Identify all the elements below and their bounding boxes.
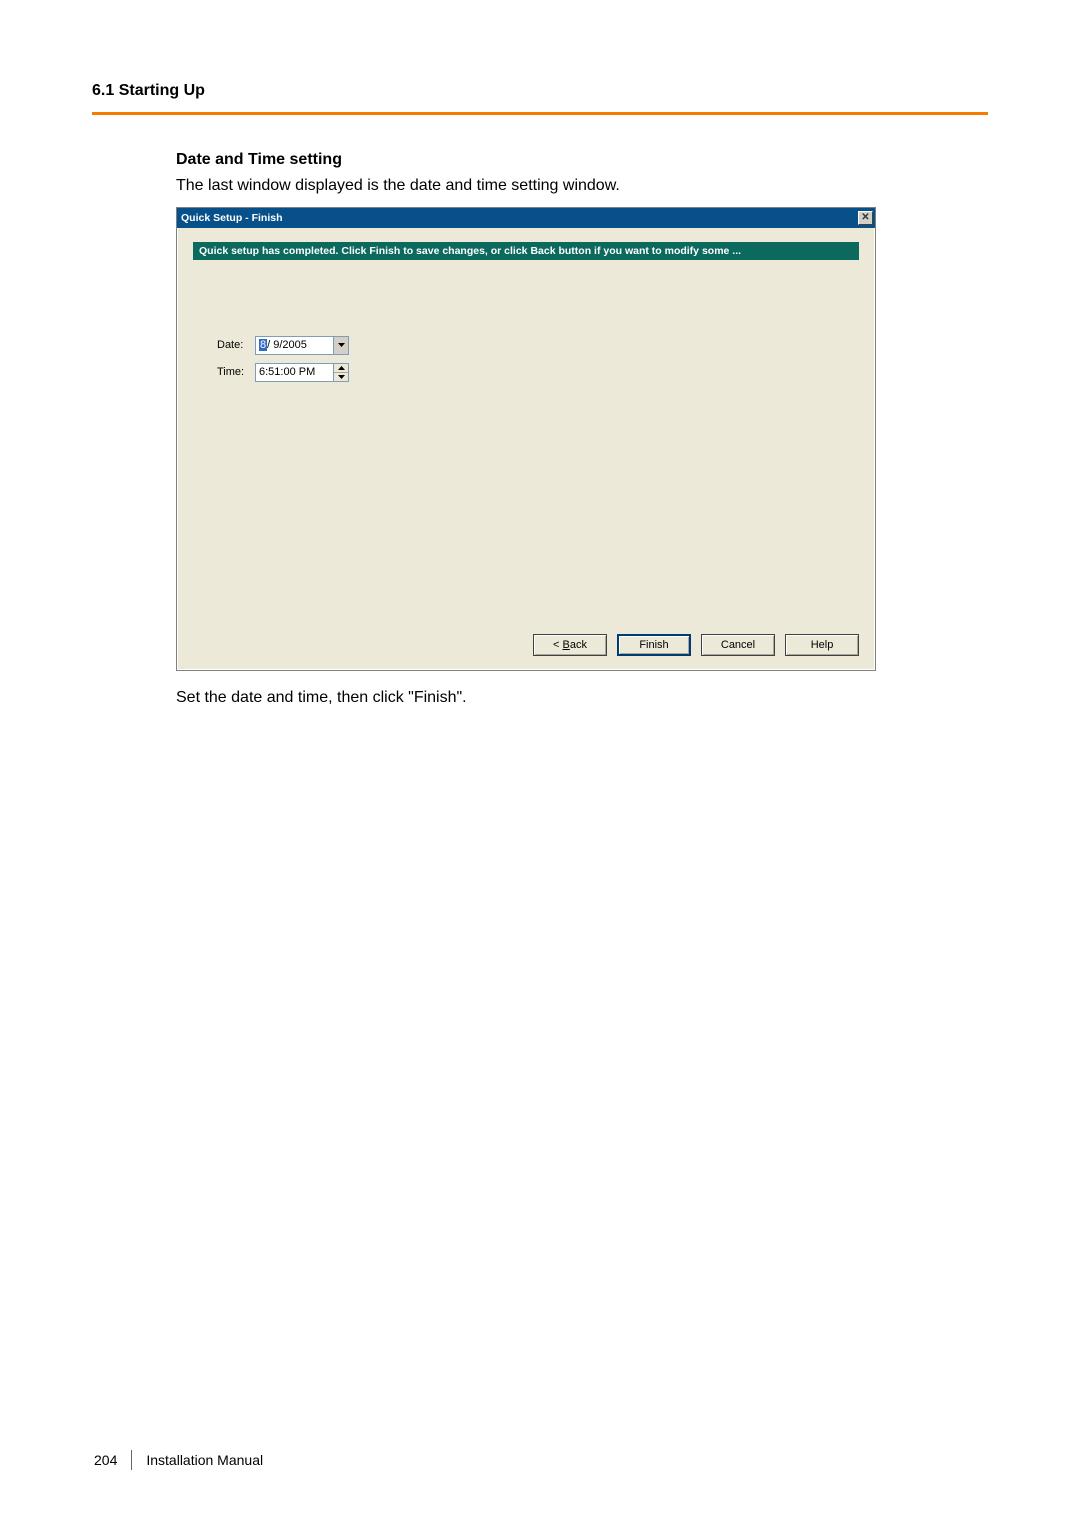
time-spin-down[interactable] <box>334 373 348 381</box>
cancel-button-label: Cancel <box>721 639 755 651</box>
dialog-button-row: < Back Finish Cancel Help <box>177 634 875 670</box>
date-dropdown-button[interactable] <box>333 336 349 355</box>
time-spinner[interactable] <box>333 363 349 382</box>
quick-setup-dialog: Quick Setup - Finish ✕ Quick setup has c… <box>176 207 876 671</box>
subheading-date-time: Date and Time setting <box>176 151 988 169</box>
time-spin-up[interactable] <box>334 364 348 373</box>
time-input[interactable]: 6:51:00 PM <box>255 363 333 382</box>
intro-text: The last window displayed is the date an… <box>176 175 988 197</box>
back-button[interactable]: < Back <box>533 634 607 656</box>
dialog-titlebar: Quick Setup - Finish ✕ <box>177 208 875 228</box>
help-button-label: Help <box>811 639 834 651</box>
finish-button-label: Finish <box>639 639 668 651</box>
finish-button[interactable]: Finish <box>617 634 691 656</box>
back-button-label: < Back <box>553 639 587 651</box>
dialog-spacer <box>193 390 859 620</box>
date-input[interactable]: 8/ 9/2005 <box>255 336 333 355</box>
time-input-wrap[interactable]: 6:51:00 PM <box>255 363 349 382</box>
time-field-row: Time: 6:51:00 PM <box>217 363 859 382</box>
date-selected-segment: 8 <box>259 339 267 351</box>
dialog-close-button[interactable]: ✕ <box>858 211 873 225</box>
divider-orange <box>92 112 988 115</box>
after-dialog-text: Set the date and time, then click "Finis… <box>176 687 988 709</box>
chevron-up-icon <box>338 366 345 370</box>
chevron-down-icon <box>338 343 345 347</box>
time-label: Time: <box>217 366 255 378</box>
cancel-button[interactable]: Cancel <box>701 634 775 656</box>
dialog-title: Quick Setup - Finish <box>181 212 283 224</box>
time-value: 6:51:00 PM <box>259 366 315 378</box>
dialog-message-banner: Quick setup has completed. Click Finish … <box>193 242 859 260</box>
page-number: 204 <box>94 1452 117 1468</box>
footer-divider <box>131 1450 132 1470</box>
chevron-down-icon <box>338 375 345 379</box>
close-icon: ✕ <box>861 212 869 223</box>
date-label: Date: <box>217 339 255 351</box>
date-rest: / 9/2005 <box>267 339 307 351</box>
section-header: 6.1 Starting Up <box>92 82 988 100</box>
date-input-wrap[interactable]: 8/ 9/2005 <box>255 336 349 355</box>
help-button[interactable]: Help <box>785 634 859 656</box>
date-field-row: Date: 8/ 9/2005 <box>217 336 859 355</box>
footer-doc-title: Installation Manual <box>146 1452 263 1468</box>
page-footer: 204 Installation Manual <box>94 1450 263 1470</box>
